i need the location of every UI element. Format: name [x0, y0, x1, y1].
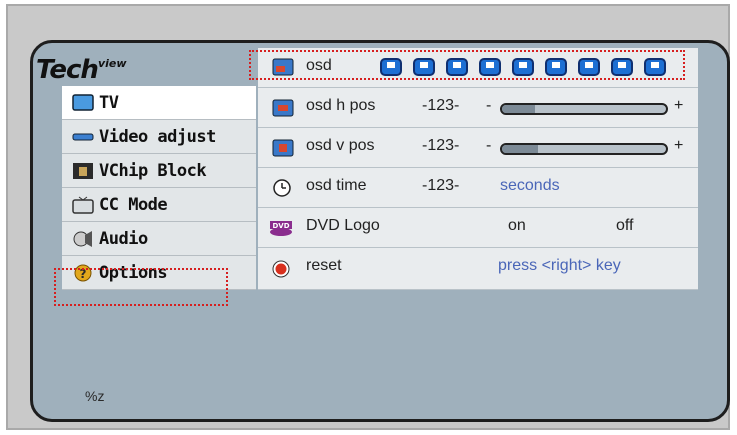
techview-logo: Techview — [36, 55, 246, 89]
status-text: %z — [85, 388, 105, 404]
slider-minus: - — [486, 137, 492, 154]
menu-item-video-adjust[interactable]: Video adjust — [62, 120, 256, 154]
osd-v-pos-icon — [272, 139, 294, 157]
slider-minus: - — [486, 97, 492, 114]
menu-item-tv[interactable]: TV — [62, 86, 256, 120]
reset-icon — [272, 260, 290, 278]
osd-h-pos-label: osd h pos — [306, 97, 376, 114]
reset-row[interactable]: reset press <right> key — [258, 248, 698, 290]
menu-label-audio: Audio — [99, 228, 148, 249]
reset-label: reset — [306, 257, 342, 274]
osd-time-label: osd time — [306, 177, 367, 194]
osd-v-pos-slider-fill — [502, 145, 539, 153]
dvd-logo-off-option[interactable]: off — [616, 217, 634, 235]
logo-text: Tech — [36, 55, 99, 85]
tv-icon — [72, 93, 94, 112]
dvd-logo-on-option[interactable]: on — [508, 217, 526, 235]
video-adjust-icon — [72, 128, 94, 146]
menu-item-audio[interactable]: Audio — [62, 222, 256, 256]
slider-plus: + — [674, 137, 684, 154]
svg-text:DVD: DVD — [272, 222, 289, 230]
osd-h-pos-slider-fill — [502, 105, 535, 113]
slider-plus: + — [674, 97, 684, 114]
menu-item-cc-mode[interactable]: CC Mode — [62, 188, 256, 222]
vchip-icon — [72, 162, 94, 180]
osd-h-pos-row[interactable]: osd h pos -123- - + — [258, 88, 698, 128]
audio-icon — [72, 230, 94, 248]
menu-item-vchip-block[interactable]: VChip Block — [62, 154, 256, 188]
menu-label-tv: TV — [99, 92, 119, 113]
osd-v-pos-label: osd v pos — [306, 137, 375, 154]
menu-label-vchip-block: VChip Block — [99, 160, 207, 181]
osd-h-pos-icon — [272, 99, 294, 117]
dvd-logo-row[interactable]: DVD DVD Logo on off — [258, 208, 698, 248]
menu-label-cc-mode: CC Mode — [99, 194, 168, 215]
osd-v-pos-value: -123- — [422, 137, 460, 154]
osd-highlight-box — [249, 50, 685, 80]
cc-icon — [72, 196, 94, 214]
osd-time-unit: seconds — [500, 177, 560, 194]
options-highlight-box — [54, 268, 228, 306]
osd-h-pos-value: -123- — [422, 97, 460, 114]
osd-time-value: -123- — [422, 177, 460, 194]
menu-label-video-adjust: Video adjust — [99, 126, 216, 147]
reset-hint: press <right> key — [498, 257, 621, 274]
osd-h-pos-slider[interactable] — [500, 103, 668, 115]
clock-icon — [272, 178, 292, 198]
dvd-icon: DVD — [268, 219, 294, 237]
logo-sup-text: view — [97, 57, 127, 70]
dvd-logo-label: DVD Logo — [306, 217, 380, 234]
osd-time-row[interactable]: osd time -123- seconds — [258, 168, 698, 208]
osd-v-pos-row[interactable]: osd v pos -123- - + — [258, 128, 698, 168]
osd-v-pos-slider[interactable] — [500, 143, 668, 155]
